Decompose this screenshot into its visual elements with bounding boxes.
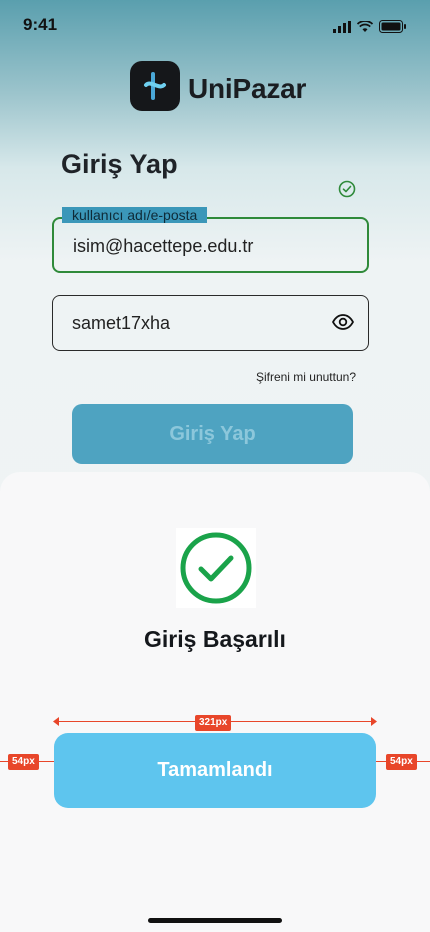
success-check-icon (180, 532, 252, 604)
arrow-left-icon (53, 717, 59, 726)
arrow-right-icon (371, 717, 377, 726)
forgot-password-link[interactable]: Şifreni mi unuttun? (256, 370, 356, 384)
app-logo (130, 61, 180, 111)
eye-icon[interactable] (332, 314, 354, 330)
status-icons (333, 20, 406, 33)
username-field[interactable]: isim@hacettepe.edu.tr (52, 217, 369, 273)
width-measure-tag: 321px (195, 715, 232, 731)
status-bar: 9:41 (0, 0, 430, 52)
success-icon-container (176, 528, 256, 608)
battery-icon (379, 20, 406, 33)
left-margin-tag: 54px (8, 754, 39, 770)
login-button[interactable]: Giriş Yap (72, 404, 353, 464)
check-circle-icon (338, 180, 356, 198)
home-indicator (148, 918, 282, 923)
status-time: 9:41 (23, 15, 58, 34)
wifi-icon (357, 20, 373, 32)
password-value: samet17xha (72, 313, 171, 333)
success-title: Giriş Başarılı (144, 626, 286, 652)
page-title: Giriş Yap (61, 149, 178, 179)
unipazar-logo-icon (144, 72, 166, 100)
right-margin-tag: 54px (386, 754, 417, 770)
done-button[interactable]: Tamamlandı (54, 733, 376, 808)
brand-name: UniPazar (188, 73, 307, 104)
username-label: kullanıcı adı/e-posta (62, 207, 208, 223)
password-field[interactable]: samet17xha (52, 295, 369, 351)
username-value: isim@hacettepe.edu.tr (73, 236, 254, 256)
cellular-signal-icon (333, 20, 351, 33)
